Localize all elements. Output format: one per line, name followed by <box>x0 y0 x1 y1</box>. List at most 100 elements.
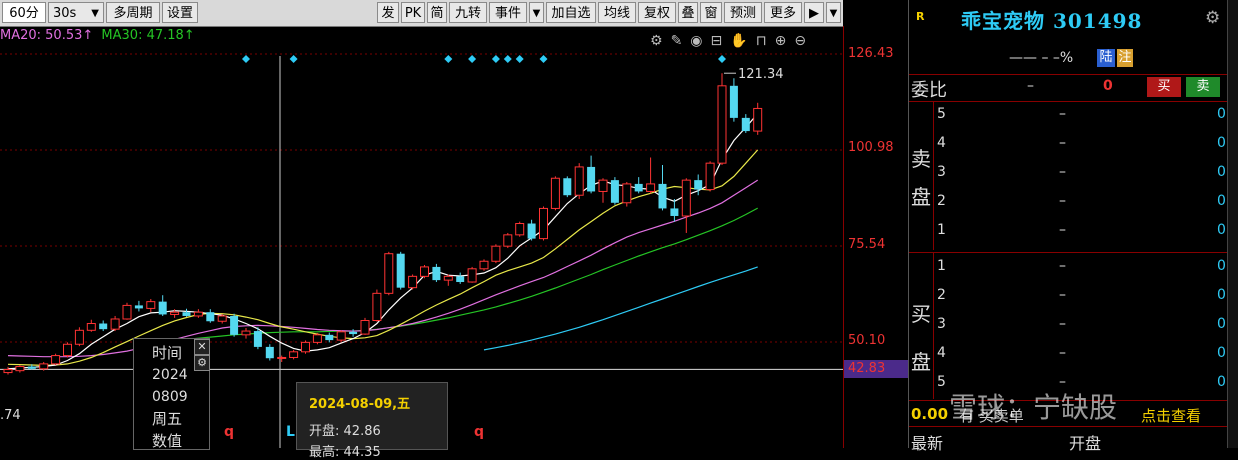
candle-body <box>3 369 13 374</box>
toolbar-item-events[interactable]: 事件 <box>489 2 527 23</box>
eye-icon[interactable]: ◉ <box>690 33 710 49</box>
order-level-row: 4 – 0 <box>937 135 1227 164</box>
q-marker: q <box>224 424 234 440</box>
price-row: —— – –% <box>1009 50 1074 66</box>
gear-icon[interactable]: ⚙ <box>194 355 210 371</box>
tooltip-open-row: 开盘: 42.86 <box>297 412 447 439</box>
toolbar-item-window[interactable]: 窗 <box>700 2 722 23</box>
toolbar-label: 复权 <box>643 6 670 21</box>
settings-gear-icon[interactable]: ⚙ <box>650 33 671 49</box>
multi-period-button[interactable]: 多周期 <box>106 2 160 23</box>
level-volume: 0 <box>1217 287 1226 303</box>
arrow-right-icon: ▶ <box>809 6 819 21</box>
candle-body <box>253 331 262 347</box>
candle-body <box>27 366 36 369</box>
watermark-text: 雪球：宁缺股 <box>949 391 1118 424</box>
level-price: – <box>1059 164 1066 180</box>
r-badge: R <box>916 10 925 23</box>
toolbar-label: 预测 <box>729 6 756 21</box>
order-level-row: 1 – 0 <box>937 222 1227 251</box>
basket-icon[interactable]: ⊟ <box>711 33 731 49</box>
candle-body <box>51 355 61 365</box>
toolbar-item-forecast[interactable]: 预测 <box>724 2 762 23</box>
order-level-row: 3 – 0 <box>937 316 1227 345</box>
order-level-row: 3 – 0 <box>937 164 1227 193</box>
quote-panel: R 乖宝宠物 301498 ⚙ —— – –% 陆 注 委比 – 0 买 卖 卖… <box>908 0 1238 453</box>
candle-body <box>503 234 513 247</box>
event-marker-icon <box>444 55 453 63</box>
toolbar-item-more[interactable]: 更多 <box>764 2 802 23</box>
close-icon[interactable]: ✕ <box>194 339 210 355</box>
candle-body <box>753 107 763 132</box>
gear-icon[interactable]: ⚙ <box>1205 8 1220 28</box>
open-label: 开盘 <box>1069 434 1102 453</box>
candle-body <box>479 260 489 270</box>
open-label: 开盘: <box>309 424 340 439</box>
chart-toolbar: 60分 30s ▼ 多周期 设置 发 PK 简 九转 事件 ▼ 加自选 均线 复权… <box>0 0 843 27</box>
zoom-out-icon[interactable]: ⊖ <box>794 33 814 49</box>
level-number: 5 <box>937 106 946 122</box>
candle-body <box>610 180 619 203</box>
pen-icon[interactable]: ✎ <box>671 33 691 49</box>
candle-body <box>670 208 679 216</box>
refresh-label: 30s <box>53 6 77 21</box>
scrollbar[interactable] <box>1227 0 1238 448</box>
candle-body <box>527 223 536 239</box>
toolbar-item-jian[interactable]: 简 <box>427 2 447 23</box>
level-number: 3 <box>937 316 946 332</box>
add-watchlist-button[interactable]: 加自选 <box>546 2 596 23</box>
toolbar-label: PK <box>404 6 422 21</box>
q-marker: q <box>474 424 484 440</box>
level-number: 4 <box>937 345 946 361</box>
more-dropdown[interactable]: ▼ <box>826 2 841 23</box>
sell-button[interactable]: 卖 <box>1186 77 1220 97</box>
level-price: – <box>1059 106 1066 122</box>
buy-levels: 1–0 2–0 3–0 4–0 5–0 <box>937 258 1227 403</box>
order-level-row: 2 – 0 <box>937 193 1227 222</box>
hand-icon[interactable]: ✋ <box>730 33 755 49</box>
candle-body <box>360 319 370 335</box>
candle-body <box>110 318 120 330</box>
toolbar-item-adjust[interactable]: 复权 <box>638 2 676 23</box>
period-select[interactable]: 60分 <box>2 2 46 23</box>
candle-body <box>193 311 203 317</box>
datebox-line: 0809 <box>152 389 188 405</box>
toolbar-item-jiuzhuan[interactable]: 九转 <box>449 2 487 23</box>
ma20-label: MA20: 50.53↑ <box>0 28 94 43</box>
ma30-label: MA30: 47.18↑ <box>101 28 195 43</box>
candle-body <box>515 223 525 236</box>
refresh-select[interactable]: 30s ▼ <box>48 2 104 23</box>
candle-body <box>372 292 382 321</box>
candle-body <box>170 311 180 315</box>
toolbar-item-ma[interactable]: 均线 <box>598 2 636 23</box>
collapse-panel-button[interactable]: ▶ <box>804 2 824 23</box>
event-marker-icon <box>289 55 298 63</box>
candle-body <box>646 183 656 192</box>
level-price: – <box>1059 316 1066 332</box>
event-marker-icon <box>491 55 500 63</box>
sell-label-char: 盘 <box>911 185 931 209</box>
level-number: 3 <box>937 164 946 180</box>
candle-body <box>717 85 727 164</box>
candle-body <box>432 266 441 281</box>
click-view-link[interactable]: 点击查看 <box>1141 405 1201 426</box>
order-level-row: 2 – 0 <box>937 287 1227 316</box>
lock-icon[interactable]: ⊓ <box>756 33 775 49</box>
toolbar-item-fa[interactable]: 发 <box>377 2 399 23</box>
candle-body <box>587 166 596 192</box>
candle-body <box>146 301 156 309</box>
settings-button[interactable]: 设置 <box>162 2 198 23</box>
toolbar-item-overlay[interactable]: 叠 <box>678 2 698 23</box>
ma5-line <box>7 113 759 370</box>
candle-body <box>456 276 465 283</box>
buy-button[interactable]: 买 <box>1147 77 1181 97</box>
divider <box>909 101 1227 102</box>
candle-body <box>241 330 251 336</box>
toolbar-item-pk[interactable]: PK <box>401 2 425 23</box>
order-level-row: 4 – 0 <box>937 345 1227 374</box>
lu-tag: 陆 <box>1097 49 1115 67</box>
events-dropdown[interactable]: ▼ <box>529 2 544 23</box>
zoom-in-icon[interactable]: ⊕ <box>775 33 795 49</box>
candle-body <box>217 315 227 322</box>
current-price-value: 42.83 <box>848 361 886 376</box>
